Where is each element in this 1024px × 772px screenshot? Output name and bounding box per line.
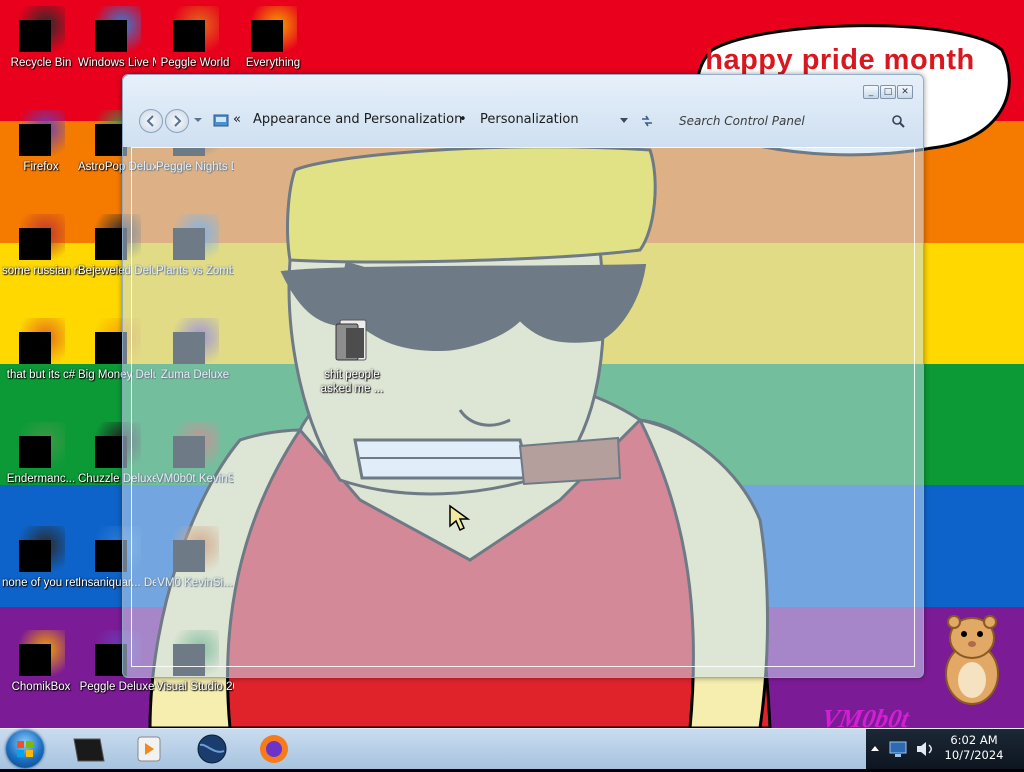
refresh-icon[interactable]	[639, 113, 655, 129]
desktop-icon-windows-live-mail[interactable]: Windows Live Mail	[78, 6, 156, 70]
taskbar: 6:02 AM 10/7/2024	[0, 728, 1024, 769]
clock[interactable]: 6:02 AM 10/7/2024	[938, 733, 1010, 763]
globe-icon	[197, 734, 227, 764]
watermark-text: VM0b0t	[819, 704, 912, 728]
desktop-icon-that-but-its-c[interactable]: that but its c#	[2, 318, 80, 382]
minimize-button[interactable]: _	[863, 85, 879, 99]
address-dropdown-icon[interactable]	[619, 117, 629, 125]
desktop-icon-label: Peggle World	[160, 57, 230, 69]
taskbar-file-explorer[interactable]	[66, 733, 110, 765]
search-placeholder[interactable]: Search Control Panel	[679, 114, 805, 128]
app-icon	[17, 422, 65, 470]
app-icon	[17, 214, 65, 262]
control-panel-icon	[213, 114, 229, 127]
forward-button[interactable]	[165, 109, 189, 133]
redacted-icon-block	[19, 332, 51, 364]
redacted-icon-block	[19, 124, 51, 156]
taskbar-media-player[interactable]	[126, 733, 170, 765]
breadcrumb-personalization[interactable]: Personalization	[480, 112, 579, 127]
taskbar-globe[interactable]	[190, 733, 234, 765]
back-arrow-icon	[146, 115, 154, 127]
desktop-icon-label: Visual Studio 2015	[156, 681, 234, 693]
breadcrumb-separator[interactable]: •	[459, 112, 467, 127]
media-player-icon	[137, 736, 161, 762]
redacted-icon-block	[19, 540, 51, 572]
redacted-icon-block	[251, 20, 283, 52]
breadcrumb-appearance-and-personalization[interactable]: Appearance and Personalization	[253, 112, 462, 127]
desktop-icon-label: ChomikBox	[11, 681, 71, 693]
folder-document-icon	[335, 319, 367, 361]
breadcrumb-chevron[interactable]: «	[233, 112, 241, 127]
forward-arrow-icon	[174, 115, 182, 127]
desktop-file-item[interactable]: shit people asked me ...	[312, 318, 392, 396]
redacted-icon-block	[19, 20, 51, 52]
volume-icon[interactable]	[914, 739, 936, 759]
desktop-icon-label: Windows Live Mail	[78, 57, 156, 69]
desktop-icon-endermanc[interactable]: Endermanc...	[2, 422, 80, 486]
redacted-icon-block	[19, 644, 51, 676]
search-box[interactable]: Search Control Panel	[671, 109, 911, 133]
address-bar[interactable]: « Appearance and Personalization • Perso…	[207, 109, 667, 133]
app-icon	[93, 6, 141, 54]
show-hidden-icons-icon[interactable]	[870, 743, 880, 753]
control-panel-window[interactable]: _ □ ✕ « Appearance and Personalization •…	[122, 74, 924, 678]
desktop-icon-recycle-bin[interactable]: Recycle Bin	[2, 6, 80, 70]
close-button[interactable]: ✕	[897, 85, 913, 99]
desktop-icon-label: Firefox	[23, 161, 59, 173]
desktop-icon-everything[interactable]: Everything	[234, 6, 312, 70]
redacted-icon-block	[173, 20, 205, 52]
system-tray: 6:02 AM 10/7/2024	[866, 729, 1024, 769]
search-icon[interactable]	[891, 114, 905, 128]
app-icon	[171, 6, 219, 54]
mouse-cursor-icon	[449, 504, 471, 532]
file-explorer-icon	[73, 738, 105, 762]
redacted-icon-block	[19, 228, 51, 260]
recent-pages-dropdown-icon[interactable]	[193, 115, 203, 125]
desktop-icon-some-russian-ran-a-rat[interactable]: some russian ran a rat	[2, 214, 80, 278]
network-monitor-icon[interactable]	[888, 739, 910, 759]
app-icon	[17, 630, 65, 678]
redacted-icon-block	[19, 436, 51, 468]
start-button[interactable]	[6, 730, 44, 768]
clock-time: 6:02 AM	[950, 733, 998, 747]
desktop-icon-label: Peggle Deluxe	[79, 681, 155, 693]
back-button[interactable]	[139, 109, 163, 133]
firefox-icon	[260, 735, 288, 763]
desktop-icon-label: some russian ran a rat	[2, 265, 80, 277]
desktop-icon-peggle-world[interactable]: Peggle World	[156, 6, 234, 70]
desktop-icon-label: Recycle Bin	[10, 57, 72, 69]
app-icon	[17, 318, 65, 366]
app-icon	[17, 6, 65, 54]
taskbar-firefox[interactable]	[252, 733, 296, 765]
windows-logo-icon	[17, 741, 33, 757]
desktop-file-label: shit people asked me ...	[320, 369, 384, 395]
speech-bubble-text: happy pride month	[705, 44, 975, 76]
app-icon	[249, 6, 297, 54]
hamster-icon[interactable]	[930, 604, 1014, 708]
redacted-icon-block	[95, 20, 127, 52]
desktop-icon-label: Everything	[245, 57, 301, 69]
window-content-area[interactable]	[131, 147, 915, 667]
desktop-icon-label: that but its c#	[6, 369, 76, 381]
desktop-icon-label: Endermanc...	[6, 473, 76, 485]
maximize-button[interactable]: □	[880, 85, 896, 99]
desktop-icon-chomikbox[interactable]: ChomikBox	[2, 630, 80, 694]
window-toolbar: _ □ ✕ « Appearance and Personalization •…	[123, 75, 923, 147]
app-icon	[17, 526, 65, 574]
desktop-icon-none-of-you-retards-kno[interactable]: none of you retards kno...	[2, 526, 80, 590]
desktop-icon-firefox[interactable]: Firefox	[2, 110, 80, 174]
desktop-icon-label: none of you retards kno...	[2, 577, 80, 589]
app-icon	[17, 110, 65, 158]
clock-date: 10/7/2024	[944, 748, 1004, 762]
desktop[interactable]: happy pride month VM0b0t Recycle Bin Wind…	[0, 0, 1024, 728]
